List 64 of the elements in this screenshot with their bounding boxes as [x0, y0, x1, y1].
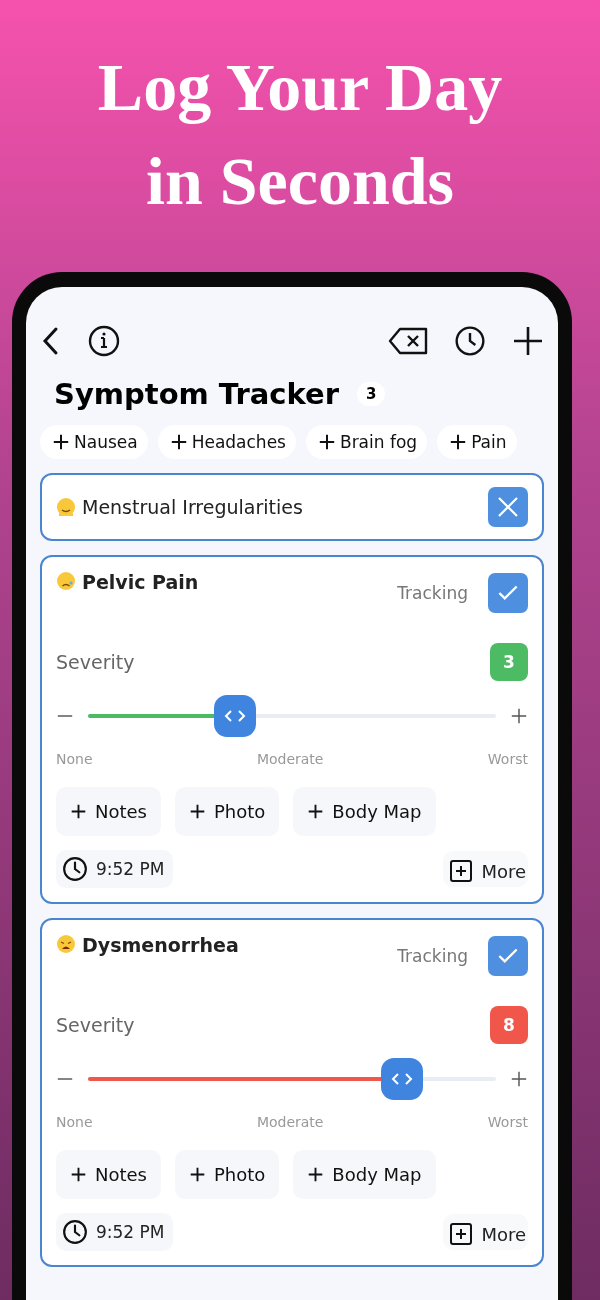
- add-icon[interactable]: [512, 325, 544, 357]
- plus-icon[interactable]: [510, 707, 528, 725]
- severity-label: Severity: [56, 651, 135, 673]
- symptom-card[interactable]: Menstrual Irregularities: [40, 473, 544, 541]
- clock-icon: [62, 1219, 88, 1245]
- plus-icon: [317, 433, 336, 451]
- plus-icon: [70, 1166, 87, 1183]
- symptom-name: Menstrual Irregularities: [82, 496, 303, 518]
- remove-button[interactable]: [488, 487, 528, 527]
- close-icon: [496, 495, 520, 519]
- tracking-label: Tracking: [397, 583, 468, 603]
- severity-score: 3: [490, 643, 528, 681]
- plus-icon: [169, 433, 188, 451]
- plus-icon: [189, 1166, 206, 1183]
- emoji-icon: [56, 571, 76, 591]
- plus-icon: [189, 803, 206, 820]
- plus-icon: [307, 1166, 325, 1183]
- add-button[interactable]: Photo: [175, 787, 280, 836]
- severity-label: Severity: [56, 1014, 135, 1036]
- plus-square-icon: [449, 859, 474, 883]
- history-icon[interactable]: [454, 325, 486, 357]
- severity-score: 8: [490, 1006, 528, 1044]
- scale-label: None: [56, 751, 93, 767]
- more-button[interactable]: More: [443, 1214, 528, 1250]
- tracking-checkbox[interactable]: [488, 573, 528, 613]
- severity-slider[interactable]: [88, 1058, 496, 1100]
- tracking-checkbox[interactable]: [488, 936, 528, 976]
- scale-label: Worst: [487, 1114, 528, 1130]
- plus-icon: [52, 433, 70, 451]
- tracking-label: Tracking: [397, 946, 468, 966]
- add-button[interactable]: Body Map: [293, 787, 436, 836]
- time-button[interactable]: 9:52 PM: [56, 1213, 173, 1251]
- symptom-name: Pelvic Pain: [82, 571, 199, 593]
- scale-label: Moderate: [256, 1114, 324, 1130]
- slider-thumb[interactable]: [381, 1058, 424, 1100]
- clock-icon: [62, 856, 88, 882]
- symptom-chip[interactable]: Nausea: [40, 425, 148, 459]
- plus-square-icon: [449, 1222, 474, 1246]
- scale-label: None: [56, 1114, 93, 1130]
- plus-icon[interactable]: [510, 1070, 528, 1088]
- add-button[interactable]: Notes: [56, 1150, 161, 1199]
- symptom-name: Dysmenorrhea: [82, 934, 239, 956]
- symptom-chip[interactable]: Headaches: [157, 425, 296, 459]
- slider-thumb[interactable]: [213, 695, 256, 737]
- symptom-chip[interactable]: Pain: [437, 425, 517, 459]
- emoji-icon: [56, 934, 76, 954]
- plus-icon: [307, 803, 325, 820]
- add-button[interactable]: Body Map: [293, 1150, 436, 1199]
- scale-label: Moderate: [256, 751, 324, 767]
- headline: Log Your Day in Seconds: [96, 48, 504, 221]
- scale-label: Worst: [487, 751, 528, 767]
- time-button[interactable]: 9:52 PM: [56, 850, 173, 888]
- plus-icon: [70, 803, 87, 820]
- emoji-icon: [56, 497, 76, 517]
- info-icon[interactable]: [88, 325, 120, 357]
- symptom-chip[interactable]: Brain fog: [305, 425, 428, 459]
- severity-slider[interactable]: [88, 695, 496, 737]
- count-badge: 3: [357, 382, 386, 406]
- plus-icon: [449, 433, 468, 451]
- add-button[interactable]: Notes: [56, 787, 161, 836]
- more-button[interactable]: More: [443, 851, 528, 887]
- screen-title: Symptom Tracker: [54, 377, 339, 411]
- clear-icon[interactable]: [388, 327, 428, 355]
- add-button[interactable]: Photo: [175, 1150, 280, 1199]
